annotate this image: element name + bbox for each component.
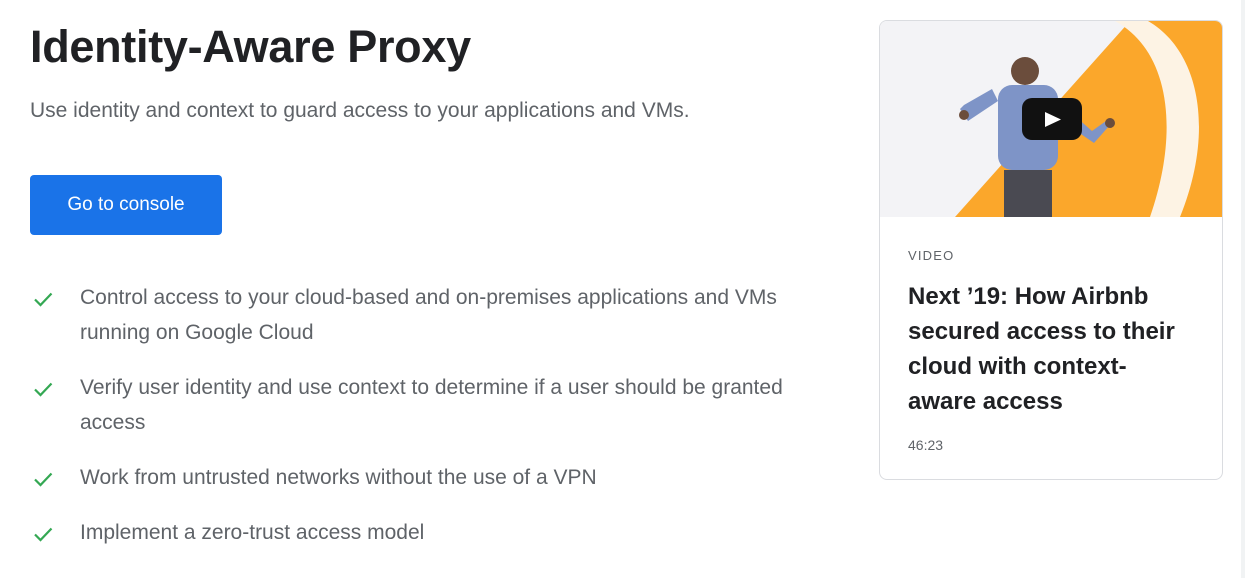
check-icon bbox=[34, 472, 53, 487]
video-card[interactable]: VIDEO Next ’19: How Airbnb secured acces… bbox=[879, 20, 1223, 480]
feature-item: Control access to your cloud-based and o… bbox=[30, 280, 820, 350]
play-icon bbox=[1045, 112, 1061, 127]
play-button[interactable] bbox=[1022, 98, 1082, 140]
page-title: Identity-Aware Proxy bbox=[30, 21, 471, 72]
feature-text: Implement a zero-trust access model bbox=[80, 521, 425, 544]
card-title[interactable]: Next ’19: How Airbnb secured access to t… bbox=[908, 279, 1194, 419]
feature-item: Implement a zero-trust access model bbox=[30, 515, 820, 550]
feature-item: Work from untrusted networks without the… bbox=[30, 460, 820, 495]
video-thumbnail[interactable] bbox=[880, 21, 1222, 217]
go-to-console-button[interactable]: Go to console bbox=[30, 175, 222, 235]
page-subtitle: Use identity and context to guard access… bbox=[30, 99, 690, 122]
check-icon bbox=[34, 292, 53, 307]
feature-list: Control access to your cloud-based and o… bbox=[30, 280, 820, 570]
video-duration: 46:23 bbox=[908, 437, 944, 453]
feature-text: Control access to your cloud-based and o… bbox=[80, 286, 777, 344]
check-icon bbox=[34, 527, 53, 542]
feature-item: Verify user identity and use context to … bbox=[30, 370, 820, 440]
check-icon bbox=[34, 382, 53, 397]
card-label: VIDEO bbox=[908, 248, 955, 263]
feature-text: Work from untrusted networks without the… bbox=[80, 466, 597, 489]
feature-text: Verify user identity and use context to … bbox=[80, 376, 783, 434]
scrollbar-track[interactable] bbox=[1241, 0, 1245, 578]
